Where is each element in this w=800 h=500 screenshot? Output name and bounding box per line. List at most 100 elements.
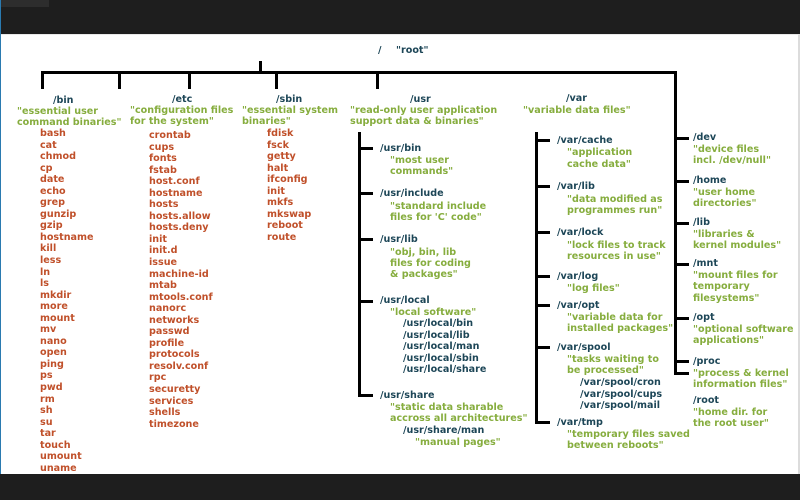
etc-file[interactable]: host.conf [149, 176, 213, 188]
sbin-dir[interactable]: /sbin [276, 94, 302, 106]
dev-dir[interactable]: /dev [693, 132, 716, 144]
bin-file[interactable]: nano [40, 336, 94, 348]
bin-file[interactable]: umount [40, 451, 94, 463]
bin-file[interactable]: chmod [40, 151, 94, 163]
etc-file[interactable]: crontab [149, 130, 213, 142]
bin-file[interactable]: bash [40, 128, 94, 140]
bin-file[interactable]: mount [40, 313, 94, 325]
etc-file[interactable]: hostname [149, 188, 213, 200]
sbin-file[interactable]: getty [267, 151, 311, 163]
bin-file[interactable]: pwd [40, 382, 94, 394]
usr-local-subdir[interactable]: /usr/local/lib [403, 330, 486, 342]
usr-dir[interactable]: /usr [410, 94, 431, 106]
var-tmp-dir[interactable]: /var/tmp [557, 417, 603, 429]
etc-file[interactable]: mtab [149, 280, 213, 292]
bin-file[interactable]: su [40, 417, 94, 429]
var-lock-dir[interactable]: /var/lock [557, 227, 603, 239]
sbin-file[interactable]: fdisk [267, 128, 311, 140]
bin-file[interactable]: more [40, 301, 94, 313]
etc-file[interactable]: fstab [149, 165, 213, 177]
usr-share-man-dir[interactable]: /usr/share/man [403, 425, 484, 437]
etc-file[interactable]: passwd [149, 326, 213, 338]
etc-file[interactable]: resolv.conf [149, 361, 213, 373]
bin-file[interactable]: ping [40, 359, 94, 371]
bin-file[interactable]: ps [40, 370, 94, 382]
home-dir[interactable]: /home [693, 175, 726, 187]
etc-file[interactable]: securetty [149, 384, 213, 396]
var-cache-dir[interactable]: /var/cache [557, 135, 613, 147]
bin-file[interactable]: gunzip [40, 209, 94, 221]
etc-file[interactable]: cups [149, 142, 213, 154]
bin-file[interactable]: ln [40, 267, 94, 279]
sbin-file[interactable]: fsck [267, 140, 311, 152]
bin-file[interactable]: less [40, 255, 94, 267]
etc-file[interactable]: init [149, 234, 213, 246]
bin-file[interactable]: grep [40, 197, 94, 209]
sbin-file[interactable]: init [267, 186, 311, 198]
opt-dir[interactable]: /opt [693, 312, 715, 324]
sbin-file[interactable]: halt [267, 163, 311, 175]
bin-file[interactable]: hostname [40, 232, 94, 244]
proc-dir[interactable]: /proc [693, 356, 720, 368]
mnt-dir[interactable]: /mnt [693, 258, 718, 270]
var-lib-dir[interactable]: /var/lib [557, 181, 595, 193]
bin-file[interactable]: touch [40, 440, 94, 452]
usr-local-dir[interactable]: /usr/local [380, 295, 430, 307]
bin-file[interactable]: open [40, 347, 94, 359]
bin-file[interactable]: sh [40, 405, 94, 417]
bin-file[interactable]: kill [40, 243, 94, 255]
etc-file[interactable]: hosts [149, 199, 213, 211]
bin-file[interactable]: uname [40, 463, 94, 475]
bin-file[interactable]: cat [40, 140, 94, 152]
etc-dir[interactable]: /etc [172, 94, 192, 106]
sbin-file[interactable]: mkfs [267, 197, 311, 209]
bin-file[interactable]: ls [40, 278, 94, 290]
bin-file[interactable]: mkdir [40, 290, 94, 302]
bin-file[interactable]: tar [40, 428, 94, 440]
bin-file[interactable]: mv [40, 324, 94, 336]
lib-dir[interactable]: /lib [693, 217, 710, 229]
usr-local-subdir[interactable]: /usr/local/share [403, 364, 486, 376]
usr-include-dir[interactable]: /usr/include [380, 188, 444, 200]
etc-file[interactable]: timezone [149, 419, 213, 431]
var-opt-dir[interactable]: /var/opt [557, 300, 600, 312]
etc-file[interactable]: fonts [149, 153, 213, 165]
etc-file[interactable]: protocols [149, 349, 213, 361]
usr-local-subdir[interactable]: /usr/local/bin [403, 318, 486, 330]
bin-file[interactable]: rm [40, 394, 94, 406]
etc-file[interactable]: shells [149, 407, 213, 419]
sbin-file[interactable]: mkswap [267, 209, 311, 221]
etc-file[interactable]: hosts.allow [149, 211, 213, 223]
bin-file[interactable]: cp [40, 163, 94, 175]
etc-file[interactable]: hosts.deny [149, 222, 213, 234]
usr-bin-dir[interactable]: /usr/bin [380, 143, 421, 155]
usr-lib-dir[interactable]: /usr/lib [380, 234, 418, 246]
usr-local-subdir[interactable]: /usr/local/man [403, 341, 486, 353]
bin-dir[interactable]: /bin [53, 95, 74, 107]
sbin-file[interactable]: route [267, 232, 311, 244]
sbin-file[interactable]: ifconfig [267, 174, 311, 186]
etc-file[interactable]: machine-id [149, 269, 213, 281]
etc-file[interactable]: nanorc [149, 303, 213, 315]
var-spool-subdir[interactable]: /var/spool/cups [580, 389, 662, 401]
sbin-file[interactable]: reboot [267, 220, 311, 232]
bin-file[interactable]: date [40, 174, 94, 186]
usr-local-subdir[interactable]: /usr/local/sbin [403, 353, 486, 365]
bin-file[interactable]: echo [40, 186, 94, 198]
var-spool-subdir[interactable]: /var/spool/mail [580, 400, 662, 412]
usr-share-dir[interactable]: /usr/share [380, 390, 435, 402]
etc-file[interactable]: mtools.conf [149, 292, 213, 304]
var-log-dir[interactable]: /var/log [557, 271, 598, 283]
var-dir[interactable]: /var [566, 93, 587, 105]
etc-file[interactable]: networks [149, 315, 213, 327]
etc-file[interactable]: issue [149, 257, 213, 269]
var-spool-subdir[interactable]: /var/spool/cron [580, 377, 662, 389]
etc-file[interactable]: profile [149, 338, 213, 350]
bin-file[interactable]: gzip [40, 220, 94, 232]
etc-file[interactable]: init.d [149, 245, 213, 257]
etc-file[interactable]: services [149, 396, 213, 408]
window-tab[interactable] [0, 0, 49, 7]
var-spool-dir[interactable]: /var/spool [557, 342, 611, 354]
etc-file[interactable]: rpc [149, 372, 213, 384]
root-dir[interactable]: /root [693, 395, 719, 407]
